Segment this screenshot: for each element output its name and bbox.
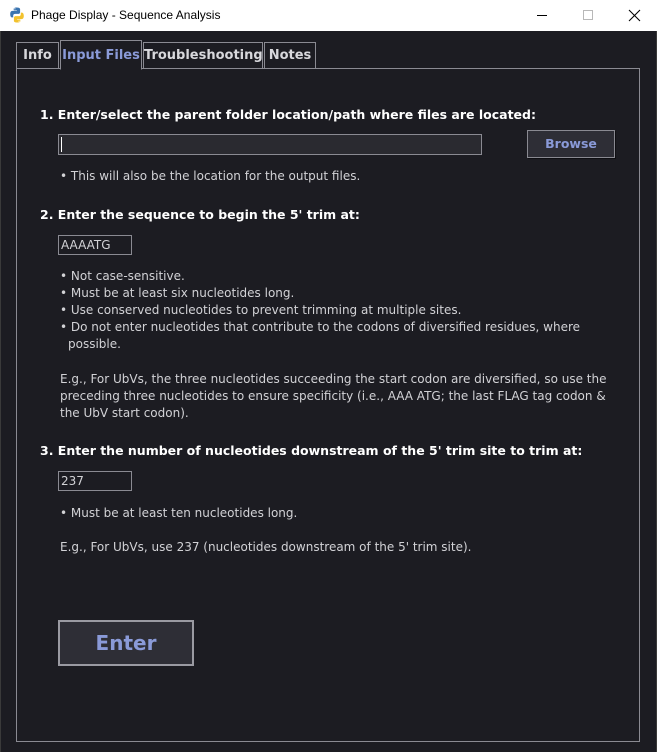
- section1-note: • This will also be the location for the…: [60, 169, 361, 183]
- trim-sequence-input[interactable]: [58, 235, 132, 255]
- section2-bullet-continuation: possible.: [68, 337, 121, 351]
- section2-heading: 2. Enter the sequence to begin the 5' tr…: [40, 207, 360, 222]
- nucleotide-count-input[interactable]: [58, 471, 132, 491]
- section2-bullet: • Not case-sensitive.: [60, 269, 185, 283]
- section2-example-line: the UbV start codon).: [60, 406, 189, 420]
- section2-example-line: preceding three nucleotides to ensure sp…: [60, 389, 606, 403]
- section1-heading: 1. Enter/select the parent folder locati…: [40, 107, 536, 122]
- section2-bullet: • Use conserved nucleotides to prevent t…: [60, 303, 462, 317]
- folder-path-input[interactable]: [58, 134, 482, 155]
- enter-button[interactable]: Enter: [58, 620, 194, 666]
- section2-bullet: • Must be at least six nucleotides long.: [60, 286, 295, 300]
- section3-example: E.g., For UbVs, use 237 (nucleotides dow…: [60, 540, 472, 554]
- section2-bullet: • Do not enter nucleotides that contribu…: [60, 320, 581, 334]
- browse-button[interactable]: Browse: [527, 130, 615, 158]
- section2-example-line: E.g., For UbVs, the three nucleotides su…: [60, 372, 607, 386]
- panel-content: 1. Enter/select the parent folder locati…: [0, 0, 657, 752]
- section3-bullet: • Must be at least ten nucleotides long.: [60, 506, 298, 520]
- text-caret: [61, 137, 62, 152]
- section3-heading: 3. Enter the number of nucleotides downs…: [40, 443, 583, 458]
